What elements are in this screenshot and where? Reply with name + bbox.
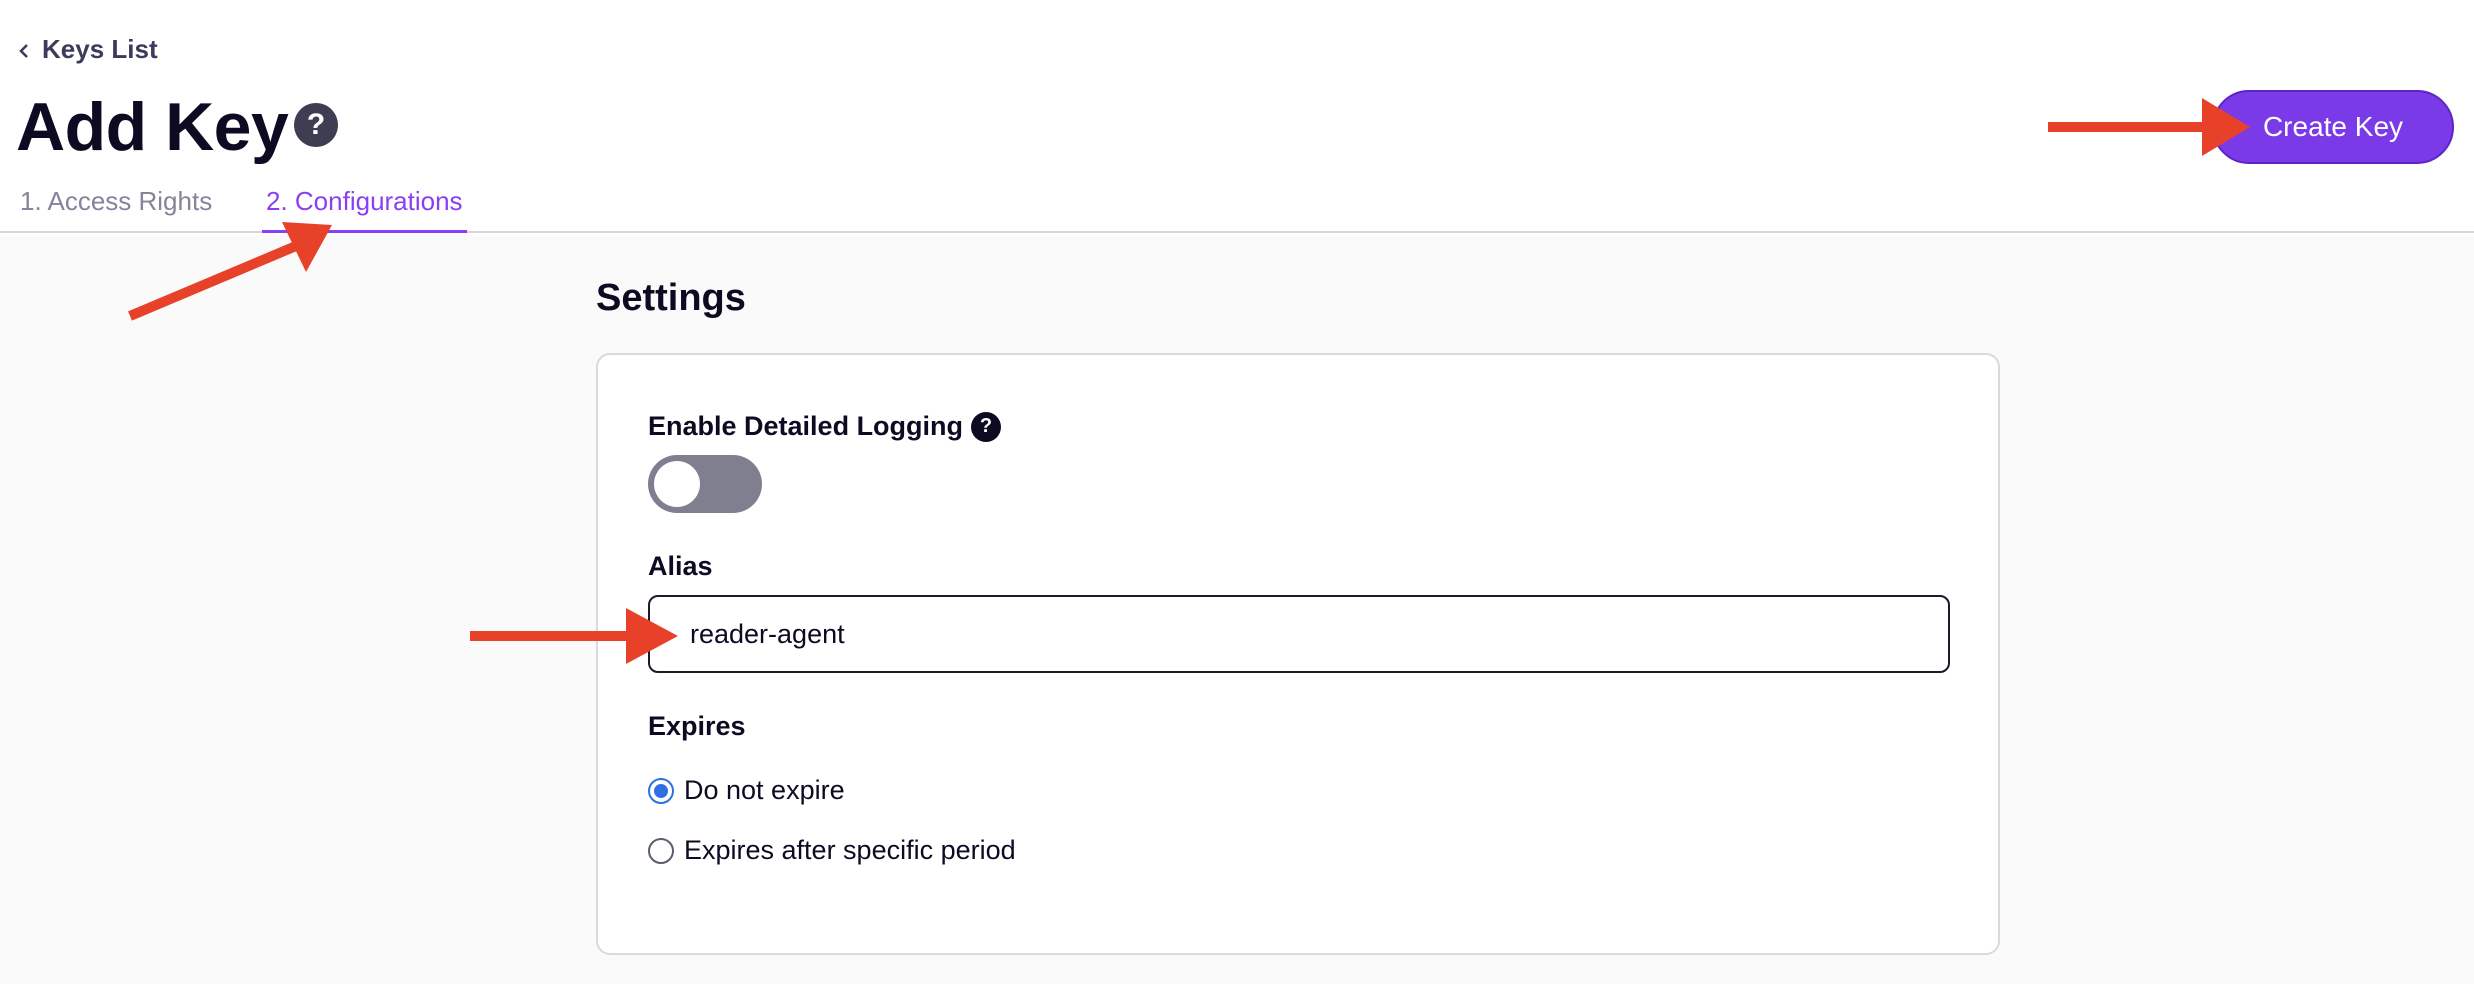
breadcrumb-keys-list[interactable]: Keys List [14,34,158,65]
expires-label: Expires [648,711,746,741]
main-content: Settings Enable Detailed Logging ? Alias… [0,235,2474,984]
toggle-knob [654,461,700,507]
settings-title: Settings [596,277,746,319]
detailed-logging-toggle[interactable] [648,455,762,513]
radio-label-specific-period: Expires after specific period [684,835,1016,865]
create-key-button[interactable]: Create Key [2212,90,2454,164]
radio-specific-period[interactable] [648,837,674,864]
logging-help-icon[interactable]: ? [971,411,1002,442]
logging-label: Enable Detailed Logging [648,411,964,441]
alias-label: Alias [648,551,713,581]
tab-access-rights[interactable]: 1. Access Rights [16,186,216,233]
tab-configurations[interactable]: 2. Configurations [262,186,467,233]
page: Keys List Add Key ? 1. Access Rights 2. … [0,0,2474,984]
expires-option-specific-period[interactable]: Expires after specific period [648,835,1016,866]
logging-label-row: Enable Detailed Logging ? [648,411,1002,442]
page-header: Keys List Add Key ? 1. Access Rights 2. … [0,0,2474,233]
radio-do-not-expire[interactable] [648,777,674,804]
help-icon[interactable]: ? [294,103,338,147]
radio-label-do-not-expire: Do not expire [684,775,845,805]
page-title: Add Key [16,89,289,165]
expires-option-do-not-expire[interactable]: Do not expire [648,775,845,806]
settings-card: Enable Detailed Logging ? Alias Expires … [596,353,2000,955]
alias-input[interactable] [648,595,1950,673]
chevron-left-icon [19,43,28,58]
breadcrumb-label: Keys List [42,34,158,64]
